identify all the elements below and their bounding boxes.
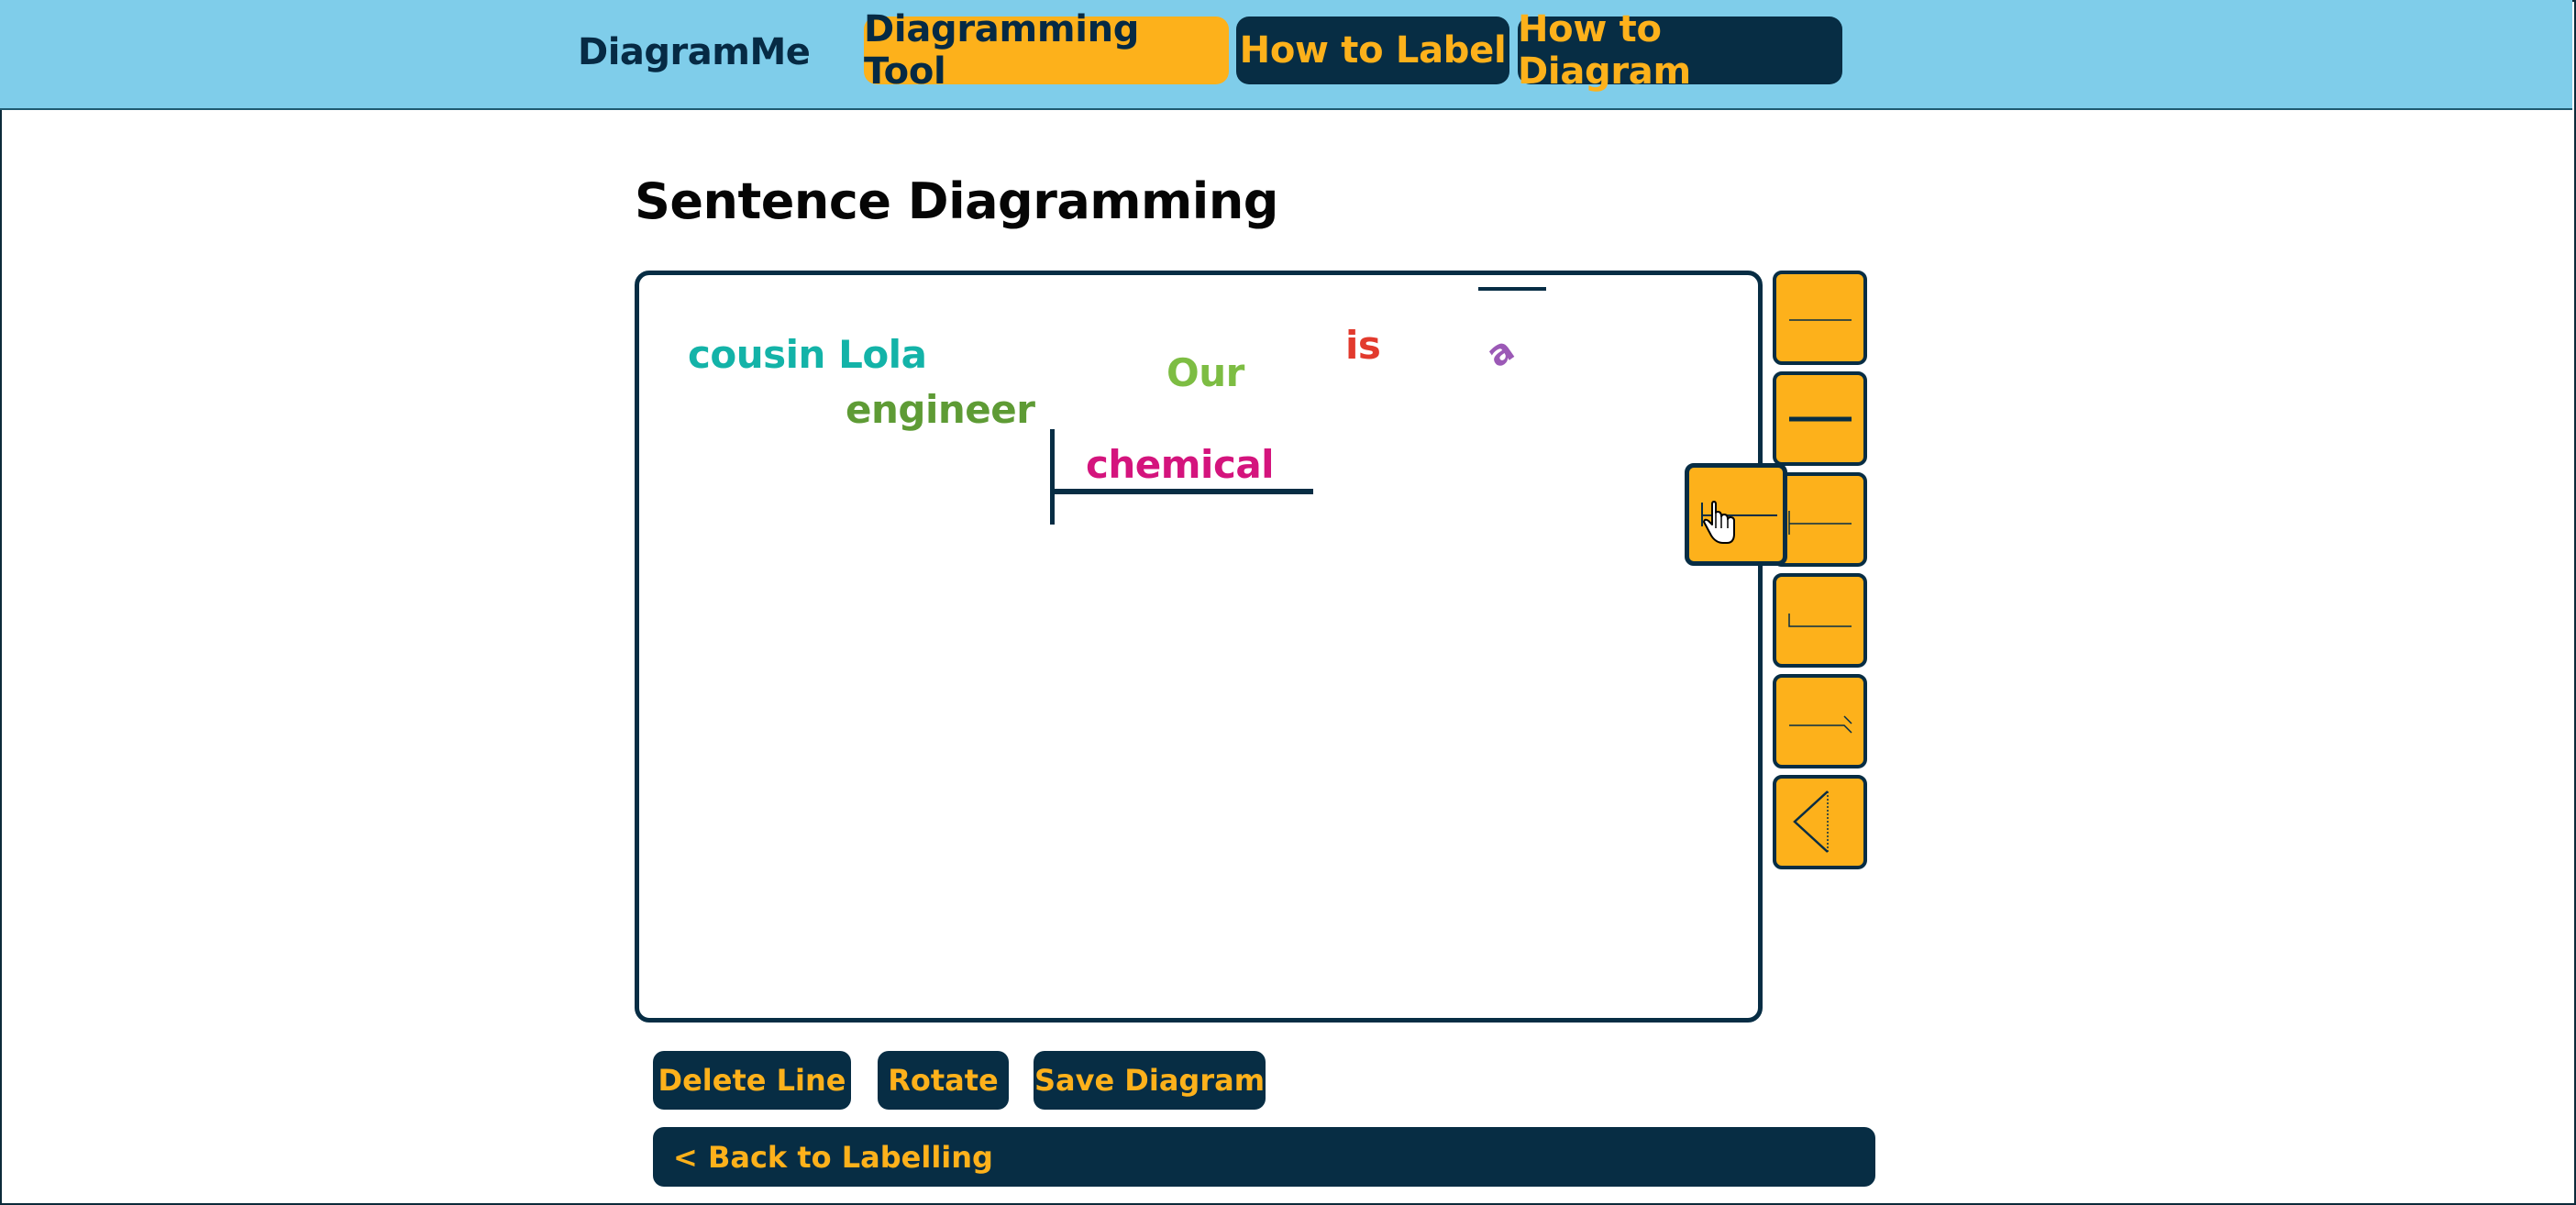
word-our[interactable]: Our xyxy=(1166,350,1244,395)
top-navigation-bar: DiagramMe Diagramming Tool How to Label … xyxy=(0,0,2572,110)
delete-line-button[interactable]: Delete Line xyxy=(653,1051,851,1110)
diagram-line-short[interactable] xyxy=(1478,287,1546,291)
word-chemical[interactable]: chemical xyxy=(1086,442,1275,487)
tab-how-to-label[interactable]: How to Label xyxy=(1236,17,1509,84)
diagram-line-vertical[interactable] xyxy=(1050,429,1055,525)
hand-cursor-icon xyxy=(1703,501,1735,544)
tab-diagramming-tool[interactable]: Diagramming Tool xyxy=(864,8,1229,93)
corner-line-icon xyxy=(1788,614,1852,627)
tab-how-to-diagram[interactable]: How to Diagram xyxy=(1518,8,1842,93)
tool-triangle[interactable] xyxy=(1773,775,1867,869)
triangle-icon xyxy=(1793,790,1829,853)
word-cousin-lola[interactable]: cousin Lola xyxy=(688,332,927,377)
word-engineer[interactable]: engineer xyxy=(846,387,1035,432)
back-to-labelling-button[interactable]: < Back to Labelling xyxy=(653,1127,1875,1187)
brand-logo[interactable]: DiagramMe xyxy=(578,31,811,73)
tool-corner-line[interactable] xyxy=(1773,573,1867,668)
tool-slant-line[interactable] xyxy=(1773,674,1867,768)
horizontal-line-thick-icon xyxy=(1789,416,1852,422)
tool-thick-line[interactable] xyxy=(1773,371,1867,466)
slant-line-icon xyxy=(1789,715,1852,734)
save-diagram-button[interactable]: Save Diagram xyxy=(1034,1051,1266,1110)
divider-line-icon xyxy=(1788,511,1852,535)
horizontal-line-thin-icon xyxy=(1789,319,1852,321)
page-title: Sentence Diagramming xyxy=(635,172,1278,230)
diagram-line-horizontal[interactable] xyxy=(1050,489,1313,494)
tool-thin-line[interactable] xyxy=(1773,271,1867,365)
rotate-button[interactable]: Rotate xyxy=(878,1051,1009,1110)
word-is[interactable]: is xyxy=(1345,323,1381,368)
